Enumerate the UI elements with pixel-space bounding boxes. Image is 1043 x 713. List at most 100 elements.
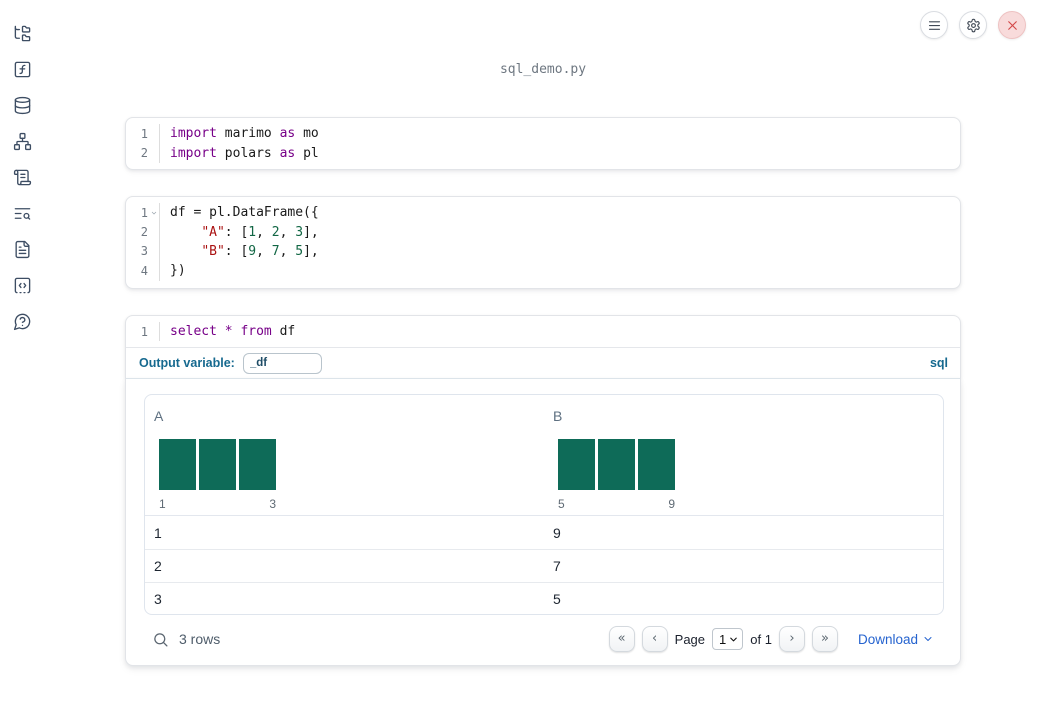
download-button[interactable]: Download [858, 632, 934, 647]
table-output-panel: A13B59 192735 3 rows « ‹ Page 1 of 1 › »… [125, 378, 961, 666]
column-header: A13 [145, 395, 544, 515]
table-cell: 9 [553, 524, 561, 541]
sidebar-item-file-explorer[interactable] [12, 23, 32, 43]
code-snippet-icon [14, 277, 30, 293]
table-cell: 3 [154, 591, 162, 607]
table-cell: 7 [553, 558, 561, 574]
axis-max-label: 9 [668, 497, 675, 511]
code-line: 1 select * from df [126, 322, 960, 342]
code-text: df = pl.DataFrame({ [159, 203, 319, 223]
search-icon[interactable] [152, 631, 169, 648]
sql-cell: 1 select * from df Output variable: sql [125, 315, 961, 378]
sidebar-item-snippets[interactable] [12, 275, 32, 295]
code-text: import marimo as mo [159, 124, 319, 144]
line-number: 3 [140, 244, 148, 259]
page-select[interactable]: 1 [712, 628, 744, 650]
menu-button[interactable] [920, 11, 948, 39]
page-total-label: of 1 [750, 631, 772, 647]
column-name[interactable]: B [544, 395, 943, 424]
histogram-bar [159, 439, 196, 490]
histogram-bar [199, 439, 236, 490]
network-graph-icon [13, 132, 31, 150]
code-line: 3 "B": [9, 7, 5], [126, 241, 960, 262]
sidebar-item-logs[interactable] [12, 167, 32, 187]
output-variable-label: Output variable: [139, 356, 235, 371]
axis-max-label: 3 [269, 497, 276, 511]
code-line: 1 import marimo as mo [126, 124, 960, 144]
topbar [920, 11, 1026, 39]
line-number: 4 [140, 263, 148, 278]
histogram-bar [598, 439, 635, 490]
line-number: 1 [140, 205, 148, 220]
code-cell-dataframe[interactable]: 1 df = pl.DataFrame({2 "A": [1, 2, 3], 3 "… [125, 196, 961, 289]
code-text: import polars as pl [159, 143, 319, 163]
sidebar-item-datasources[interactable] [12, 95, 32, 115]
close-icon [1007, 20, 1017, 30]
page-label: Page [674, 631, 706, 647]
last-page-button[interactable]: » [811, 626, 838, 652]
table-footer-left: 3 rows [152, 631, 220, 648]
close-button[interactable] [998, 11, 1026, 39]
line-number: 2 [140, 225, 148, 240]
table-cell: 5 [553, 591, 561, 607]
code-line: 2 "A": [1, 2, 3], [126, 222, 960, 242]
code-cell-imports[interactable]: 1 import marimo as mo 2 import polars as pl [125, 117, 961, 170]
axis-min-label: 1 [159, 497, 166, 511]
table-body: 192735 [145, 516, 943, 614]
column-name[interactable]: A [145, 395, 544, 424]
line-number: 1 [140, 126, 148, 141]
histogram-axis: 13 [159, 497, 276, 511]
histogram-axis: 59 [558, 497, 675, 511]
fold-chevron-icon[interactable] [148, 209, 159, 217]
sidebar-item-documentation[interactable] [12, 239, 32, 259]
first-page-button[interactable]: « [608, 626, 635, 652]
pagination: « ‹ Page 1 of 1 › » Download [608, 626, 934, 652]
line-number: 2 [140, 146, 148, 161]
output-variable-input[interactable] [242, 352, 322, 374]
sql-cell-footer: Output variable: sql [126, 348, 960, 378]
notebook-filename: sql_demo.py [499, 62, 587, 77]
axis-min-label: 5 [558, 497, 565, 511]
chevron-down-icon [924, 637, 932, 641]
column-header: B59 [544, 395, 943, 515]
column-histogram [159, 439, 544, 490]
code-text: select * from df [159, 322, 295, 342]
code-text: "B": [9, 7, 5], [159, 241, 319, 262]
file-text-icon [14, 240, 30, 258]
settings-button[interactable] [959, 11, 987, 39]
app-root: sql_demo.py 1 import marimo as mo 2 import … [0, 0, 1043, 713]
chevron-down-icon [730, 637, 738, 641]
sidebar-item-dependency-graph[interactable] [12, 131, 32, 151]
table-row: 35 [145, 582, 943, 614]
table-row: 27 [145, 549, 943, 582]
sidebar-item-search[interactable] [12, 203, 32, 223]
line-number: 1 [140, 324, 148, 339]
code-line: 1 df = pl.DataFrame({ [126, 203, 960, 223]
code-line: 4}) [126, 261, 960, 281]
table-cell: 2 [154, 558, 162, 574]
sidebar [0, 0, 44, 713]
table-cell: 1 [154, 524, 162, 541]
sidebar-item-variables[interactable] [12, 59, 32, 79]
database-icon [14, 96, 30, 114]
histogram-bar [558, 439, 595, 490]
code-line: 2 import polars as pl [126, 143, 960, 163]
page-select-value: 1 [719, 631, 727, 647]
table-footer: 3 rows « ‹ Page 1 of 1 › » Download [126, 621, 960, 657]
gear-icon [966, 18, 980, 32]
hamburger-icon [928, 20, 940, 30]
sql-editor[interactable]: 1 select * from df [126, 316, 960, 349]
code-text: }) [159, 261, 186, 281]
histogram-bar [638, 439, 675, 490]
column-histogram [558, 439, 943, 490]
code-text: "A": [1, 2, 3], [159, 222, 319, 242]
list-search-icon [14, 207, 30, 220]
table-header: A13B59 [145, 395, 943, 516]
histogram-bar [239, 439, 276, 490]
sidebar-item-help[interactable] [12, 311, 32, 331]
download-label: Download [857, 631, 918, 647]
prev-page-button[interactable]: ‹ [641, 626, 668, 652]
next-page-button[interactable]: › [778, 626, 805, 652]
help-question-icon [13, 313, 30, 330]
scroll-text-icon [13, 169, 31, 185]
